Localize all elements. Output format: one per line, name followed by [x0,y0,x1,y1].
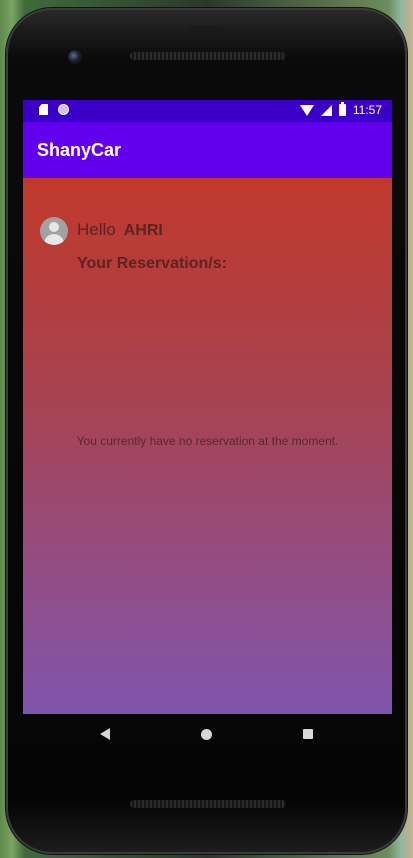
empty-reservations-message: You currently have no reservation at the… [76,434,339,448]
home-icon[interactable] [201,729,212,740]
signal-icon [320,104,332,116]
front-camera [68,50,82,64]
bottom-speaker-grille [130,800,286,808]
app-bar: ShanyCar [23,122,392,178]
greeting: Hello AHRI [77,220,163,240]
app-title: ShanyCar [37,140,122,160]
device-screen: 11:57 ShanyCar Hello AHRI Your Reservati… [23,100,392,714]
status-bar: 11:57 [23,100,392,122]
recents-icon[interactable] [303,729,313,739]
status-time: 11:57 [352,103,382,117]
earpiece [188,26,224,34]
reservations-screen: Hello AHRI Your Reservation/s: You curre… [23,178,392,714]
sd-card-icon [39,104,48,115]
phone-frame: 11:57 ShanyCar Hello AHRI Your Reservati… [6,8,407,854]
back-icon[interactable] [100,728,110,740]
battery-icon [338,102,346,116]
hello-label: Hello [77,220,116,239]
user-name: AHRI [123,222,163,239]
avatar-icon[interactable] [40,217,68,245]
reservations-heading: Your Reservation/s: [77,255,227,272]
circle-notification-icon [58,104,69,115]
top-speaker-grille [130,52,286,60]
wifi-icon [299,104,314,116]
